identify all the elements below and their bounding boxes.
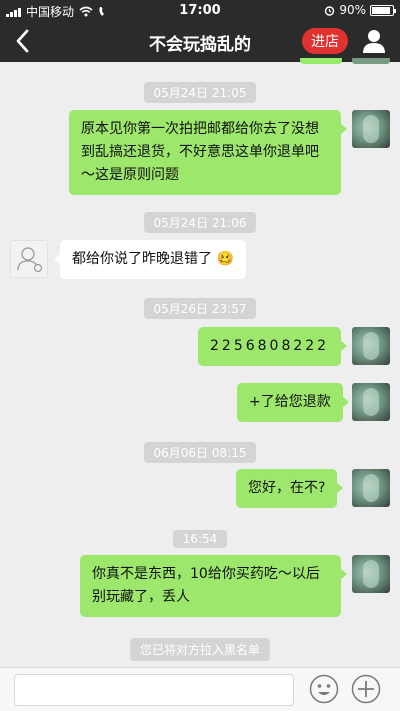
my-message-bubble[interactable]: +了给您退款 (237, 383, 349, 422)
shop-button[interactable]: 进店 (302, 28, 348, 54)
default-user-icon (17, 247, 43, 273)
battery-percent: 90% (339, 3, 366, 17)
message-input[interactable] (14, 674, 294, 706)
battery-icon (370, 4, 396, 16)
contact-avatar[interactable] (10, 240, 48, 278)
my-avatar[interactable] (352, 110, 390, 148)
timestamp: 05月24日 21:06 (0, 212, 400, 233)
my-avatar[interactable] (352, 555, 390, 593)
contact-message-bubble[interactable]: 都给你说了昨晚退错了 🥴 (54, 240, 246, 279)
chat-header: 不会玩捣乱的 进店 (0, 20, 400, 62)
input-bar (0, 667, 400, 711)
timestamp: 06月06日 08:15 (0, 442, 400, 463)
my-message-bubble[interactable]: 原本见你第一次拍把邮都给你去了没想到乱搞还退货，不好意思这单你退单吧～这是原则问… (69, 110, 347, 195)
my-message-bubble[interactable]: 您好，在不? (236, 469, 344, 508)
timestamp: 16:54 (0, 528, 400, 548)
my-avatar[interactable] (352, 469, 390, 507)
blacklist-notice: 您已将对方拉入黑名单 (0, 638, 400, 661)
plus-icon[interactable] (351, 674, 381, 704)
person-icon[interactable] (362, 28, 386, 54)
emoji-icon[interactable] (309, 674, 339, 704)
timestamp: 05月26日 23:57 (0, 298, 400, 319)
my-avatar[interactable] (352, 327, 390, 365)
alarm-icon (325, 5, 335, 16)
my-message-bubble[interactable]: 你真不是东西，10给你买药吃～以后别玩藏了，丢人 (80, 555, 347, 617)
top-bar: 中国移动 17:00 90% 不会玩捣乱的 进店 (0, 0, 400, 62)
timestamp: 05月24日 21:05 (0, 82, 400, 103)
status-bar: 中国移动 17:00 90% (0, 0, 400, 20)
my-message-bubble[interactable]: 2256808222 (198, 327, 348, 366)
my-avatar[interactable] (352, 383, 390, 421)
chat-area[interactable]: 05月24日 21:05 原本见你第一次拍把邮都给你去了没想到乱搞还退货，不好意… (0, 62, 400, 667)
